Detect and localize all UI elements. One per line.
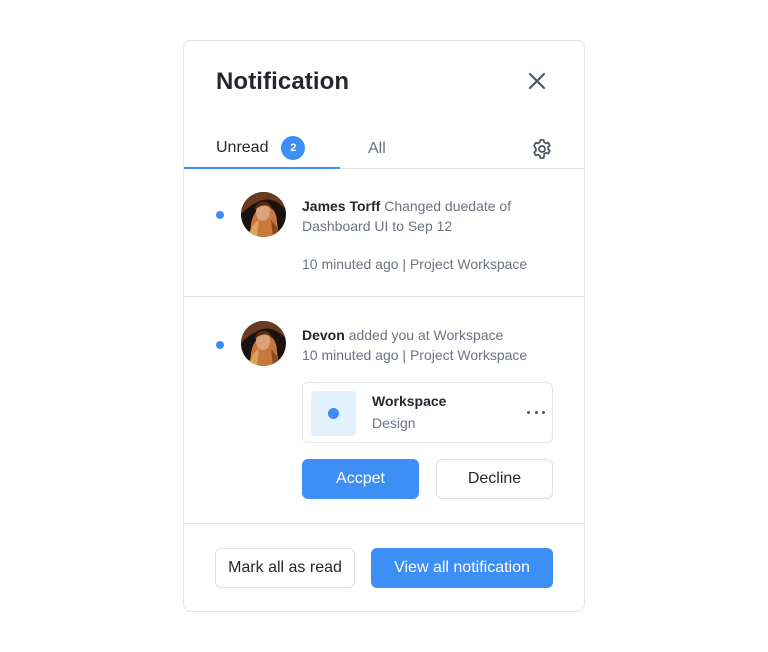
decline-button[interactable]: Decline — [436, 459, 553, 499]
workspace-card[interactable]: Workspace Design — [302, 382, 553, 443]
notification-item[interactable]: Devon added you at Workspace 10 minuted … — [184, 298, 584, 524]
notification-text: Devon added you at Workspace — [302, 325, 562, 345]
tab-unread-label: Unread — [216, 139, 269, 156]
notification-user: James Torff — [302, 198, 381, 214]
accept-button[interactable]: Accpet — [302, 459, 419, 499]
workspace-thumbnail — [311, 391, 356, 436]
notification-workspace: Project Workspace — [409, 347, 528, 363]
more-horizontal-icon[interactable] — [527, 405, 545, 419]
unread-count-badge: 2 — [281, 136, 306, 160]
notification-text: James Torff Changed duedate of Dashboard… — [302, 196, 562, 236]
workspace-card-title: Workspace — [372, 393, 447, 409]
workspace-card-subtitle: Design — [372, 415, 416, 431]
tab-unread[interactable]: Unread 2 — [184, 129, 340, 169]
avatar — [241, 192, 286, 237]
close-icon — [528, 72, 546, 90]
notification-panel: Notification Unread 2 All James Torff Ch… — [183, 40, 585, 612]
notification-meta: 10 minuted ago | Project Workspace — [302, 254, 527, 274]
tab-all[interactable]: All — [368, 129, 386, 169]
avatar — [241, 321, 286, 366]
meta-separator: | — [402, 347, 407, 363]
notification-action: added you at Workspace — [344, 327, 504, 343]
notification-workspace: Project Workspace — [409, 256, 528, 272]
settings-button[interactable] — [530, 137, 554, 161]
close-button[interactable] — [524, 68, 550, 94]
gear-icon — [533, 139, 551, 159]
tab-bar: Unread 2 All — [184, 129, 584, 169]
notification-meta: 10 minuted ago | Project Workspace — [302, 345, 527, 365]
workspace-dot-icon — [328, 408, 339, 419]
mark-all-read-button[interactable]: Mark all as read — [215, 548, 355, 588]
notification-user: Devon — [302, 327, 345, 343]
notification-time: 10 minuted ago — [302, 256, 399, 272]
panel-header: Notification — [184, 41, 584, 121]
notification-time: 10 minuted ago — [302, 347, 399, 363]
view-all-notifications-button[interactable]: View all notification — [371, 548, 553, 588]
panel-title: Notification — [216, 68, 350, 95]
unread-dot — [216, 341, 224, 349]
unread-dot — [216, 211, 224, 219]
panel-footer: Mark all as read View all notification — [184, 524, 584, 612]
tab-all-label: All — [368, 140, 386, 157]
notification-item[interactable]: James Torff Changed duedate of Dashboard… — [184, 169, 584, 297]
meta-separator: | — [402, 256, 407, 272]
